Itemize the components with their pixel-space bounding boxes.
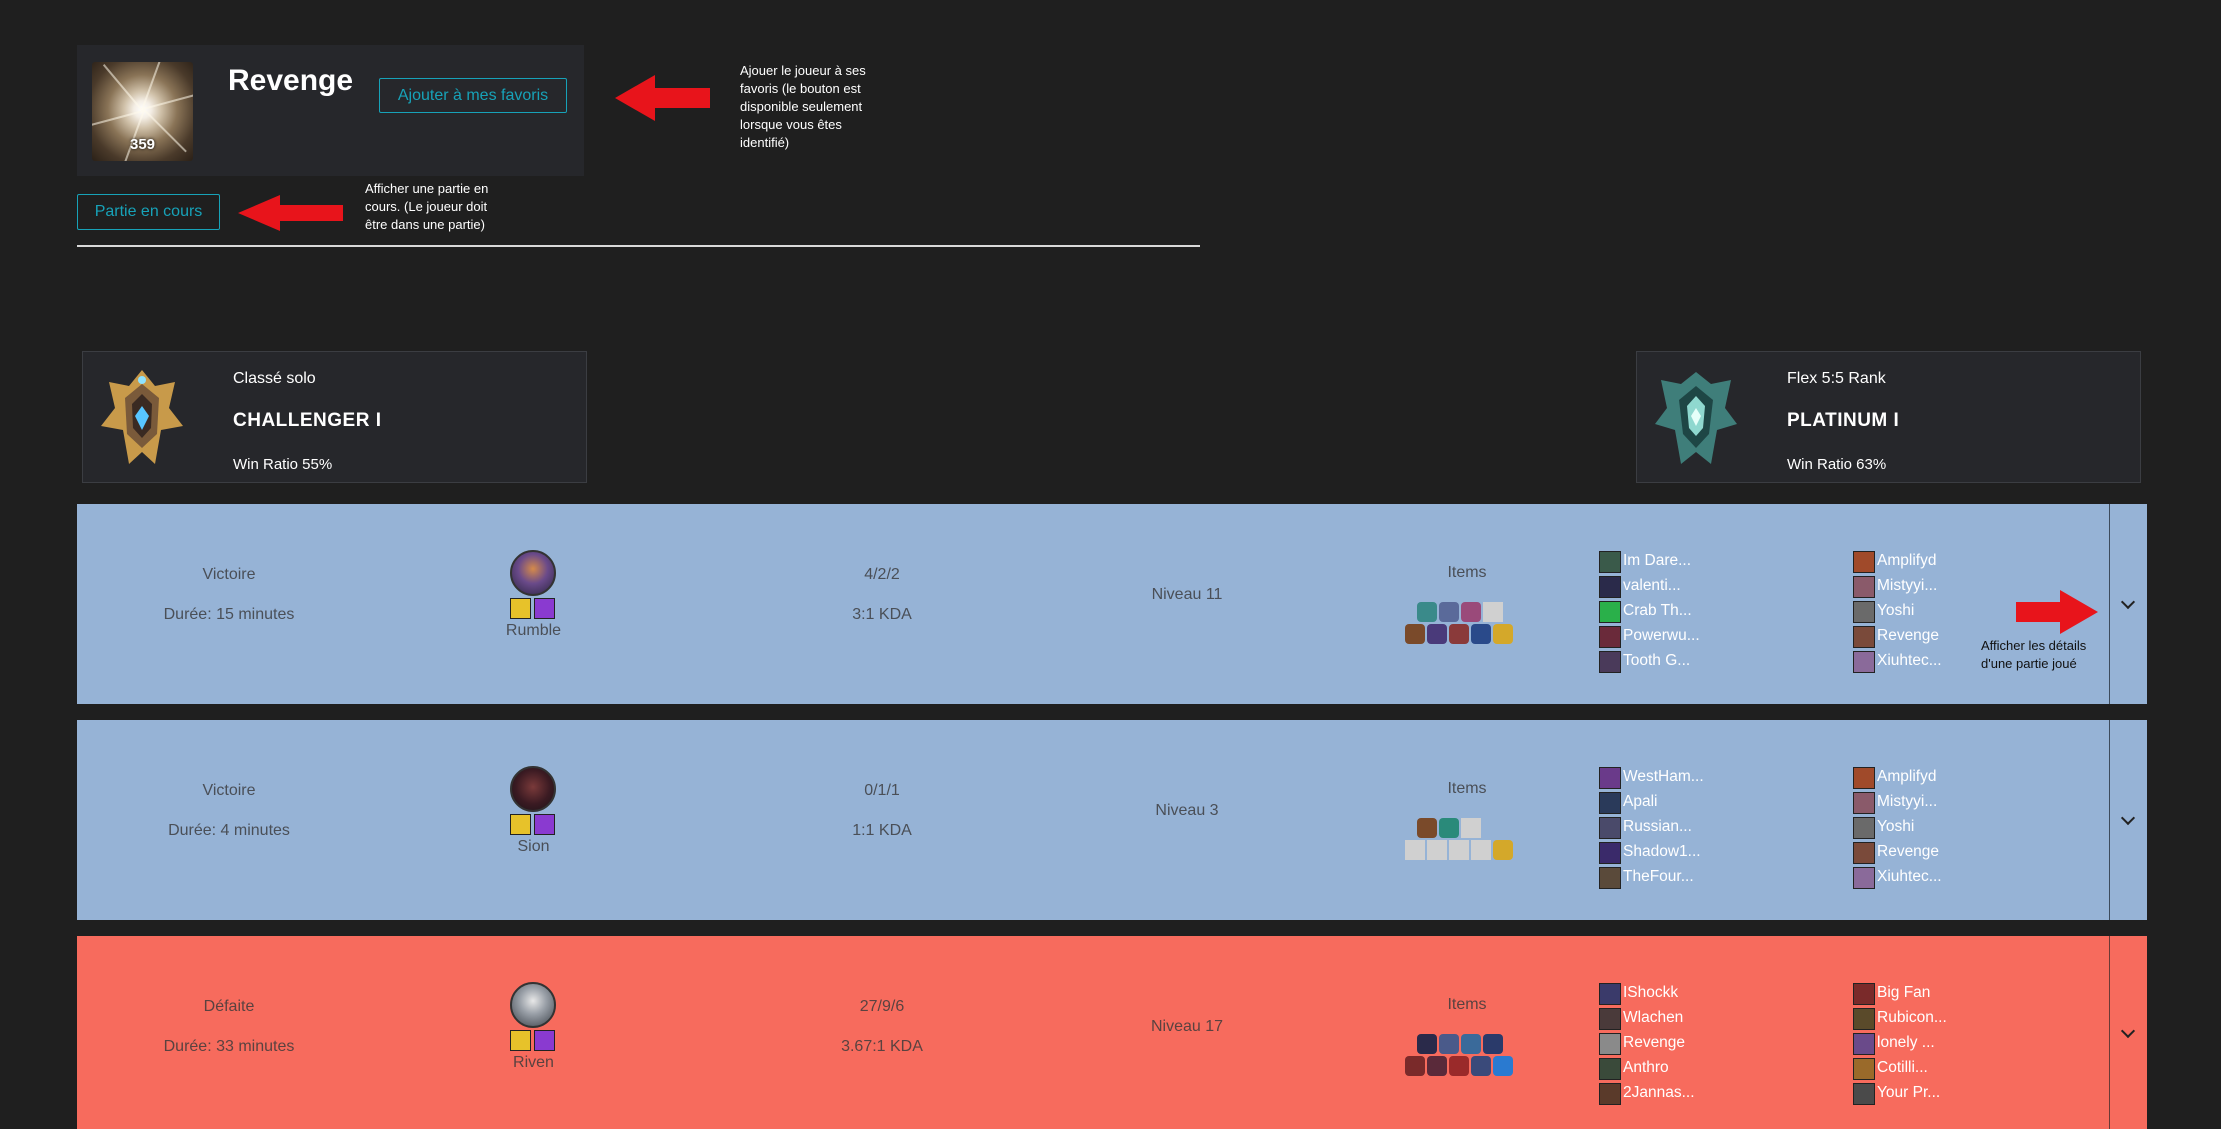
match-duration: Durée: 15 minutes <box>163 606 295 623</box>
item-empty-slot <box>1405 840 1425 860</box>
match-score: 27/9/6 <box>859 998 905 1015</box>
item-icon <box>1461 1034 1481 1054</box>
champion-icon <box>510 982 556 1028</box>
rank-queue-label: Flex 5:5 Rank <box>1787 370 1886 387</box>
champion-name: Sion <box>517 838 550 855</box>
item-icon <box>1439 818 1459 838</box>
summoner-spell-ignite-icon <box>534 598 555 619</box>
champion-icon <box>510 766 556 812</box>
summoner-spell-ignite-icon <box>534 814 555 835</box>
trinket-icon <box>1493 624 1513 644</box>
rank-queue-label: Classé solo <box>233 370 316 387</box>
item-empty-slot <box>1427 840 1447 860</box>
match-row: Victoire Durée: 15 minutes Rumble 4/2/2 … <box>77 504 2147 704</box>
match-details-toggle[interactable] <box>2109 504 2147 704</box>
item-icon <box>1405 1056 1425 1076</box>
item-icon <box>1483 1034 1503 1054</box>
champion-name: Riven <box>513 1054 554 1071</box>
platinum-emblem-icon <box>1655 372 1737 464</box>
match-score: 4/2/2 <box>864 566 900 583</box>
item-icon <box>1449 1056 1469 1076</box>
rank-tier: CHALLENGER I <box>233 410 382 431</box>
item-icon <box>1405 624 1425 644</box>
item-empty-slot <box>1483 602 1503 622</box>
items-label: Items <box>1447 996 1487 1013</box>
details-note: Afficher les détails d'une partie joué <box>1981 638 2087 671</box>
item-empty-slot <box>1471 840 1491 860</box>
rank-win-ratio: Win Ratio 55% <box>233 456 333 473</box>
chevron-down-icon <box>2120 1023 2136 1038</box>
summoner-spell-flash-icon <box>510 814 531 835</box>
match-result: Victoire <box>202 566 256 583</box>
champion-level: Niveau 17 <box>1150 1018 1224 1035</box>
item-icon <box>1439 1034 1459 1054</box>
item-icon <box>1417 818 1437 838</box>
trinket-icon <box>1493 1056 1513 1076</box>
match-details-toggle[interactable] <box>2109 720 2147 920</box>
live-game-button[interactable]: Partie en cours <box>77 194 220 230</box>
chevron-down-icon <box>2120 810 2136 826</box>
summoner-spell-flash-icon <box>510 1030 531 1051</box>
summoner-spell-flash-icon <box>510 598 531 619</box>
summoner-spell-ignite-icon <box>534 1030 555 1051</box>
match-details-toggle[interactable] <box>2109 936 2147 1129</box>
item-icon <box>1417 1034 1437 1054</box>
profile-avatar: 359 <box>92 62 193 161</box>
challenger-emblem-icon <box>101 370 183 464</box>
item-icon <box>1427 1056 1447 1076</box>
item-icon <box>1471 624 1491 644</box>
champion-name: Rumble <box>505 622 562 639</box>
item-icon <box>1439 602 1459 622</box>
rank-card-flex: Flex 5:5 Rank PLATINUM I Win Ratio 63% <box>1636 351 2141 483</box>
add-favorite-button[interactable]: Ajouter à mes favoris <box>379 78 567 113</box>
match-kda: 3:1 KDA <box>852 606 912 623</box>
champion-level: Niveau 11 <box>1151 586 1223 603</box>
annotation-arrow-left-icon <box>615 75 710 121</box>
match-duration: Durée: 33 minutes <box>163 1038 295 1055</box>
profile-card: 359 Revenge Ajouter à mes favoris <box>77 45 584 176</box>
match-row: Victoire Durée: 4 minutes Sion 0/1/1 1:1… <box>77 720 2147 920</box>
summoner-level: 359 <box>129 136 156 153</box>
items-label: Items <box>1447 564 1487 581</box>
match-result: Défaite <box>203 998 255 1015</box>
annotation-arrow-left-icon <box>238 195 343 231</box>
match-result: Victoire <box>202 782 256 799</box>
item-icon <box>1427 624 1447 644</box>
match-row: Défaite Durée: 33 minutes Riven 27/9/6 3… <box>77 936 2147 1129</box>
champion-level: Niveau 3 <box>1155 802 1219 819</box>
item-icon <box>1417 602 1437 622</box>
items-label: Items <box>1447 780 1487 797</box>
item-icon <box>1461 602 1481 622</box>
chevron-down-icon <box>2120 594 2136 610</box>
champion-icon <box>510 550 556 596</box>
match-kda: 1:1 KDA <box>852 822 912 839</box>
item-icon <box>1449 624 1469 644</box>
item-empty-slot <box>1461 818 1481 838</box>
match-kda: 3.67:1 KDA <box>841 1038 923 1055</box>
rank-card-solo: Classé solo CHALLENGER I Win Ratio 55% <box>82 351 587 483</box>
favorite-note: Ajouer le joueur à ses favoris (le bouto… <box>740 63 866 150</box>
annotation-arrow-right-icon <box>2016 590 2098 634</box>
summoner-name: Revenge <box>228 64 354 97</box>
match-score: 0/1/1 <box>864 782 900 799</box>
header-divider <box>77 245 1200 247</box>
live-game-note: Afficher une partie en cours. (Le joueur… <box>365 181 489 232</box>
item-empty-slot <box>1483 818 1503 838</box>
item-empty-slot <box>1449 840 1469 860</box>
match-duration: Durée: 4 minutes <box>168 822 290 839</box>
rank-win-ratio: Win Ratio 63% <box>1787 456 1887 473</box>
rank-tier: PLATINUM I <box>1787 410 1900 431</box>
item-icon <box>1471 1056 1491 1076</box>
trinket-icon <box>1493 840 1513 860</box>
